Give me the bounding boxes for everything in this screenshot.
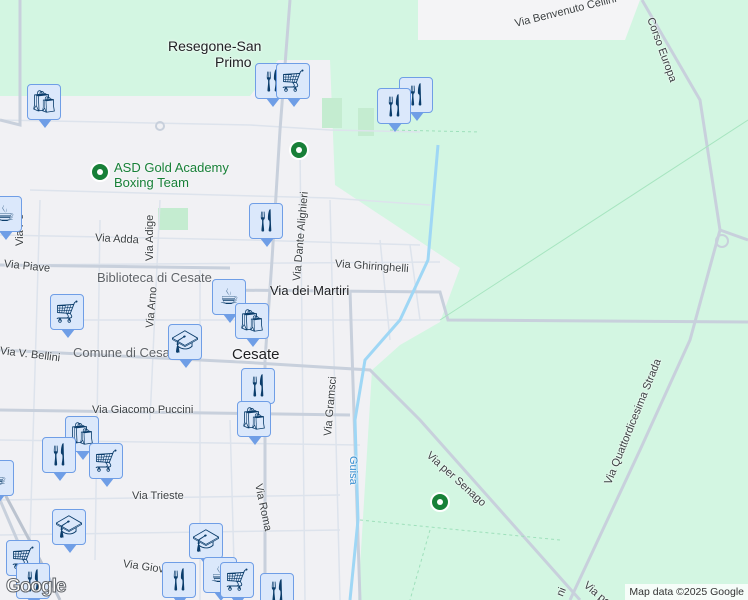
street-adda: Via Adda: [94, 232, 140, 247]
map-canvas[interactable]: Resegone-San Primo Cesate ASD Gold Academ…: [0, 0, 748, 600]
cafe-icon: ☕︎: [0, 465, 7, 491]
street-martiri: Via dei Martiri: [270, 283, 350, 298]
shopping-cart-marker[interactable]: 🛒︎: [89, 443, 123, 487]
restaurant-marker[interactable]: 🍴︎: [249, 203, 283, 247]
cafe-marker[interactable]: ☕︎: [0, 460, 14, 504]
school-marker[interactable]: 🎓︎: [168, 324, 202, 368]
restaurant-icon: 🍴︎: [252, 208, 280, 233]
restaurant-icon: 🍴︎: [45, 442, 73, 467]
gym-pin-icon[interactable]: [90, 162, 110, 182]
shopping-marker[interactable]: 🛍︎: [235, 303, 269, 347]
street-puccini: Via Giacomo Puccini: [92, 404, 194, 416]
google-logo[interactable]: Google: [5, 576, 66, 598]
school-icon: 🎓︎: [171, 329, 199, 354]
school-marker[interactable]: 🎓︎: [52, 509, 86, 553]
map-base: [0, 0, 748, 600]
poi-biblioteca[interactable]: Biblioteca di Cesate: [97, 270, 212, 285]
shopping-cart-marker[interactable]: 🛒︎: [220, 562, 254, 600]
park-pin-icon[interactable]: [430, 492, 450, 512]
restaurant-marker[interactable]: 🍴︎: [42, 437, 76, 481]
restaurant-icon: 🍴︎: [165, 567, 193, 592]
green-poi-pin-icon[interactable]: [289, 140, 309, 160]
street-trieste: Via Trieste: [132, 490, 184, 502]
cafe-icon: ☕︎: [0, 201, 15, 226]
street-adige: Via Adige: [144, 214, 156, 261]
shopping-cart-icon: 🛒︎: [92, 448, 120, 473]
school-icon: 🎓︎: [55, 514, 83, 539]
restaurant-icon: 🍴︎: [380, 93, 408, 118]
shopping-marker[interactable]: 🛍︎: [27, 84, 61, 128]
shopping-cart-marker[interactable]: 🛒︎: [50, 294, 84, 338]
shopping-cart-icon: 🛒︎: [223, 567, 251, 592]
place-label-cesate: Cesate: [232, 346, 280, 363]
shopping-icon: 🛍︎: [238, 308, 266, 333]
river-guisa: Guisa: [347, 456, 359, 485]
school-icon: 🎓︎: [192, 528, 220, 553]
shopping-cart-marker[interactable]: 🛒︎: [276, 63, 310, 107]
cafe-marker[interactable]: ☕︎: [0, 196, 22, 240]
restaurant-marker[interactable]: 🍴︎: [162, 562, 196, 600]
restaurant-icon: 🍴︎: [263, 578, 291, 600]
poi-comune[interactable]: Comune di Cesate: [73, 345, 181, 360]
school-marker[interactable]: 🎓︎: [189, 523, 223, 567]
shopping-marker[interactable]: 🛍︎: [237, 401, 271, 445]
restaurant-icon: 🍴︎: [244, 373, 272, 398]
restaurant-marker[interactable]: 🍴︎: [241, 368, 275, 412]
place-label-resegone: Resegone-San Primo: [168, 38, 262, 70]
map-attribution[interactable]: Map data ©2025 Google: [625, 584, 748, 600]
restaurant-marker[interactable]: 🍴︎: [260, 573, 294, 600]
shopping-icon: 🛍︎: [240, 406, 268, 431]
restaurant-marker[interactable]: 🍴︎: [377, 88, 411, 132]
poi-asd-gold-academy[interactable]: ASD Gold Academy Boxing Team: [114, 160, 229, 190]
shopping-cart-icon: 🛒︎: [279, 68, 307, 93]
shopping-cart-icon: 🛒︎: [53, 299, 81, 324]
shopping-icon: 🛍︎: [30, 89, 58, 114]
